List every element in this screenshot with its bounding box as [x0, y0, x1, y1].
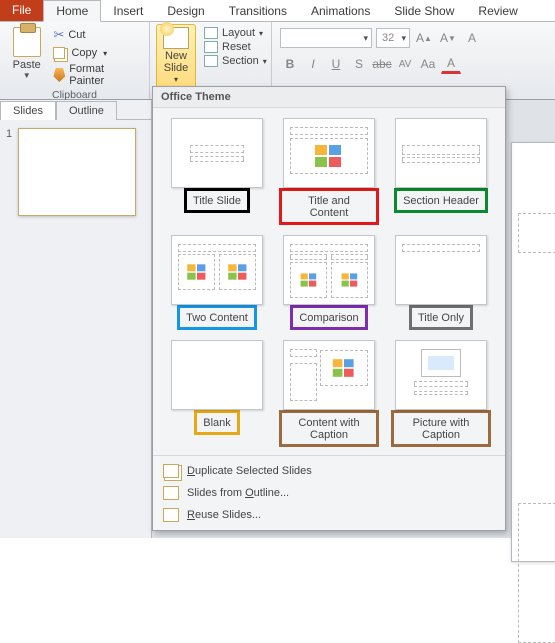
- font-size-combo[interactable]: 32: [376, 28, 410, 48]
- shrink-font-button[interactable]: A▼: [438, 28, 458, 48]
- tab-design[interactable]: Design: [155, 1, 216, 21]
- layout-thumb: [395, 118, 487, 188]
- layout-option-two-content[interactable]: Two Content: [167, 235, 267, 330]
- layout-option-title-only[interactable]: Title Only: [391, 235, 491, 330]
- tab-transitions[interactable]: Transitions: [217, 1, 299, 21]
- section-icon: [204, 55, 218, 67]
- tab-review[interactable]: Review: [466, 1, 529, 21]
- tab-home[interactable]: Home: [43, 0, 101, 22]
- cut-label: Cut: [68, 29, 85, 41]
- format-painter-label: Format Painter: [69, 63, 141, 87]
- content-placeholder[interactable]: [518, 503, 555, 643]
- new-slide-label-1: New: [165, 50, 187, 62]
- group-clipboard: Paste ▼ ✂Cut Copy▾ Format Painter Clipbo…: [0, 22, 150, 99]
- paste-icon: [13, 27, 41, 57]
- layout-label: Content with Caption: [279, 410, 379, 447]
- copy-button[interactable]: Copy ▾: [51, 46, 143, 60]
- brush-icon: [53, 68, 65, 82]
- paste-label: Paste: [13, 59, 41, 71]
- layout-label: Title Only: [409, 305, 473, 330]
- bold-button[interactable]: B: [280, 54, 300, 74]
- duplicate-icon: [163, 464, 179, 478]
- section-button[interactable]: Section ▾: [202, 55, 269, 67]
- layout-label: Title and Content: [279, 188, 379, 225]
- layout-option-title-slide[interactable]: Title Slide: [167, 118, 267, 225]
- chevron-down-icon: ▾: [259, 29, 263, 38]
- slides-pane: Slides Outline 1: [0, 100, 152, 538]
- cut-button[interactable]: ✂ Cut: [51, 26, 143, 44]
- layout-label: Picture with Caption: [391, 410, 491, 447]
- change-case-button[interactable]: Aa: [418, 54, 438, 74]
- tab-slideshow[interactable]: Slide Show: [382, 1, 466, 21]
- layout-option-blank[interactable]: Blank: [167, 340, 267, 447]
- ribbon-tabs: File Home Insert Design Transitions Anim…: [0, 0, 555, 22]
- tab-animations[interactable]: Animations: [299, 1, 382, 21]
- layout-thumb: [171, 340, 263, 410]
- chevron-down-icon: ▼: [23, 71, 31, 80]
- layout-thumb: [283, 118, 375, 188]
- layout-thumb: [395, 340, 487, 410]
- grow-font-button[interactable]: A▲: [414, 28, 434, 48]
- slide-number: 1: [6, 128, 12, 216]
- layout-option-content-with-caption[interactable]: Content with Caption: [279, 340, 379, 447]
- italic-button[interactable]: I: [303, 54, 323, 74]
- title-placeholder[interactable]: [518, 213, 555, 253]
- copy-icon: [53, 47, 65, 59]
- layout-thumb: [171, 118, 263, 188]
- duplicate-slides-item[interactable]: Duplicate Selected Slides: [153, 460, 505, 482]
- slide-thumb-row[interactable]: 1: [0, 120, 151, 224]
- gallery-header: Office Theme: [153, 87, 505, 108]
- layout-thumb: [171, 235, 263, 305]
- font-family-combo[interactable]: [280, 28, 372, 48]
- format-painter-button[interactable]: Format Painter: [51, 62, 143, 88]
- font-color-button[interactable]: A: [441, 54, 461, 74]
- layout-label: Title Slide: [184, 188, 250, 213]
- reuse-icon: [163, 508, 179, 522]
- layout-option-title-and-content[interactable]: Title and Content: [279, 118, 379, 225]
- layout-label: Section Header: [394, 188, 488, 213]
- layout-option-picture-with-caption[interactable]: Picture with Caption: [391, 340, 491, 447]
- slides-from-outline-item[interactable]: Slides from Outline...: [153, 482, 505, 504]
- reset-icon: [204, 41, 218, 53]
- paste-button[interactable]: Paste ▼: [6, 24, 47, 88]
- char-spacing-button[interactable]: AV: [395, 54, 415, 74]
- new-slide-label-2: Slide: [164, 62, 188, 74]
- layout-thumb: [283, 235, 375, 305]
- layout-thumb: [283, 340, 375, 410]
- layout-label: Comparison: [290, 305, 367, 330]
- layout-button[interactable]: Layout ▾: [202, 27, 269, 39]
- chevron-down-icon: ▾: [174, 75, 178, 84]
- chevron-down-icon: ▾: [103, 49, 107, 58]
- layout-label: Layout: [222, 27, 255, 39]
- slide-thumbnail[interactable]: [18, 128, 136, 216]
- clear-format-button[interactable]: A: [462, 28, 482, 48]
- slide-canvas[interactable]: [511, 142, 555, 562]
- layout-icon: [204, 27, 218, 39]
- reuse-label: euse Slides...: [195, 509, 261, 521]
- shadow-button[interactable]: S: [349, 54, 369, 74]
- layout-thumb: [395, 235, 487, 305]
- tab-insert[interactable]: Insert: [101, 1, 155, 21]
- strike-button[interactable]: abc: [372, 54, 392, 74]
- section-label: Section: [222, 55, 259, 67]
- pane-tab-outline[interactable]: Outline: [56, 101, 117, 120]
- copy-label: Copy: [71, 47, 97, 59]
- pane-tab-slides[interactable]: Slides: [0, 101, 56, 120]
- tab-file[interactable]: File: [0, 0, 43, 21]
- outline-icon: [163, 486, 179, 500]
- new-slide-icon: [163, 27, 189, 49]
- layout-option-section-header[interactable]: Section Header: [391, 118, 491, 225]
- scissors-icon: ✂: [53, 27, 64, 43]
- duplicate-label: uplicate Selected Slides: [195, 465, 312, 477]
- layout-label: Blank: [194, 410, 240, 435]
- new-slide-gallery: Office Theme Title Slide Title and Conten…: [152, 86, 506, 531]
- layout-option-comparison[interactable]: Comparison: [279, 235, 379, 330]
- layout-label: Two Content: [177, 305, 257, 330]
- reset-button[interactable]: Reset: [202, 41, 269, 53]
- underline-button[interactable]: U: [326, 54, 346, 74]
- reuse-slides-item[interactable]: Reuse Slides...: [153, 504, 505, 526]
- chevron-down-icon: ▾: [263, 57, 267, 66]
- reset-label: Reset: [222, 41, 251, 53]
